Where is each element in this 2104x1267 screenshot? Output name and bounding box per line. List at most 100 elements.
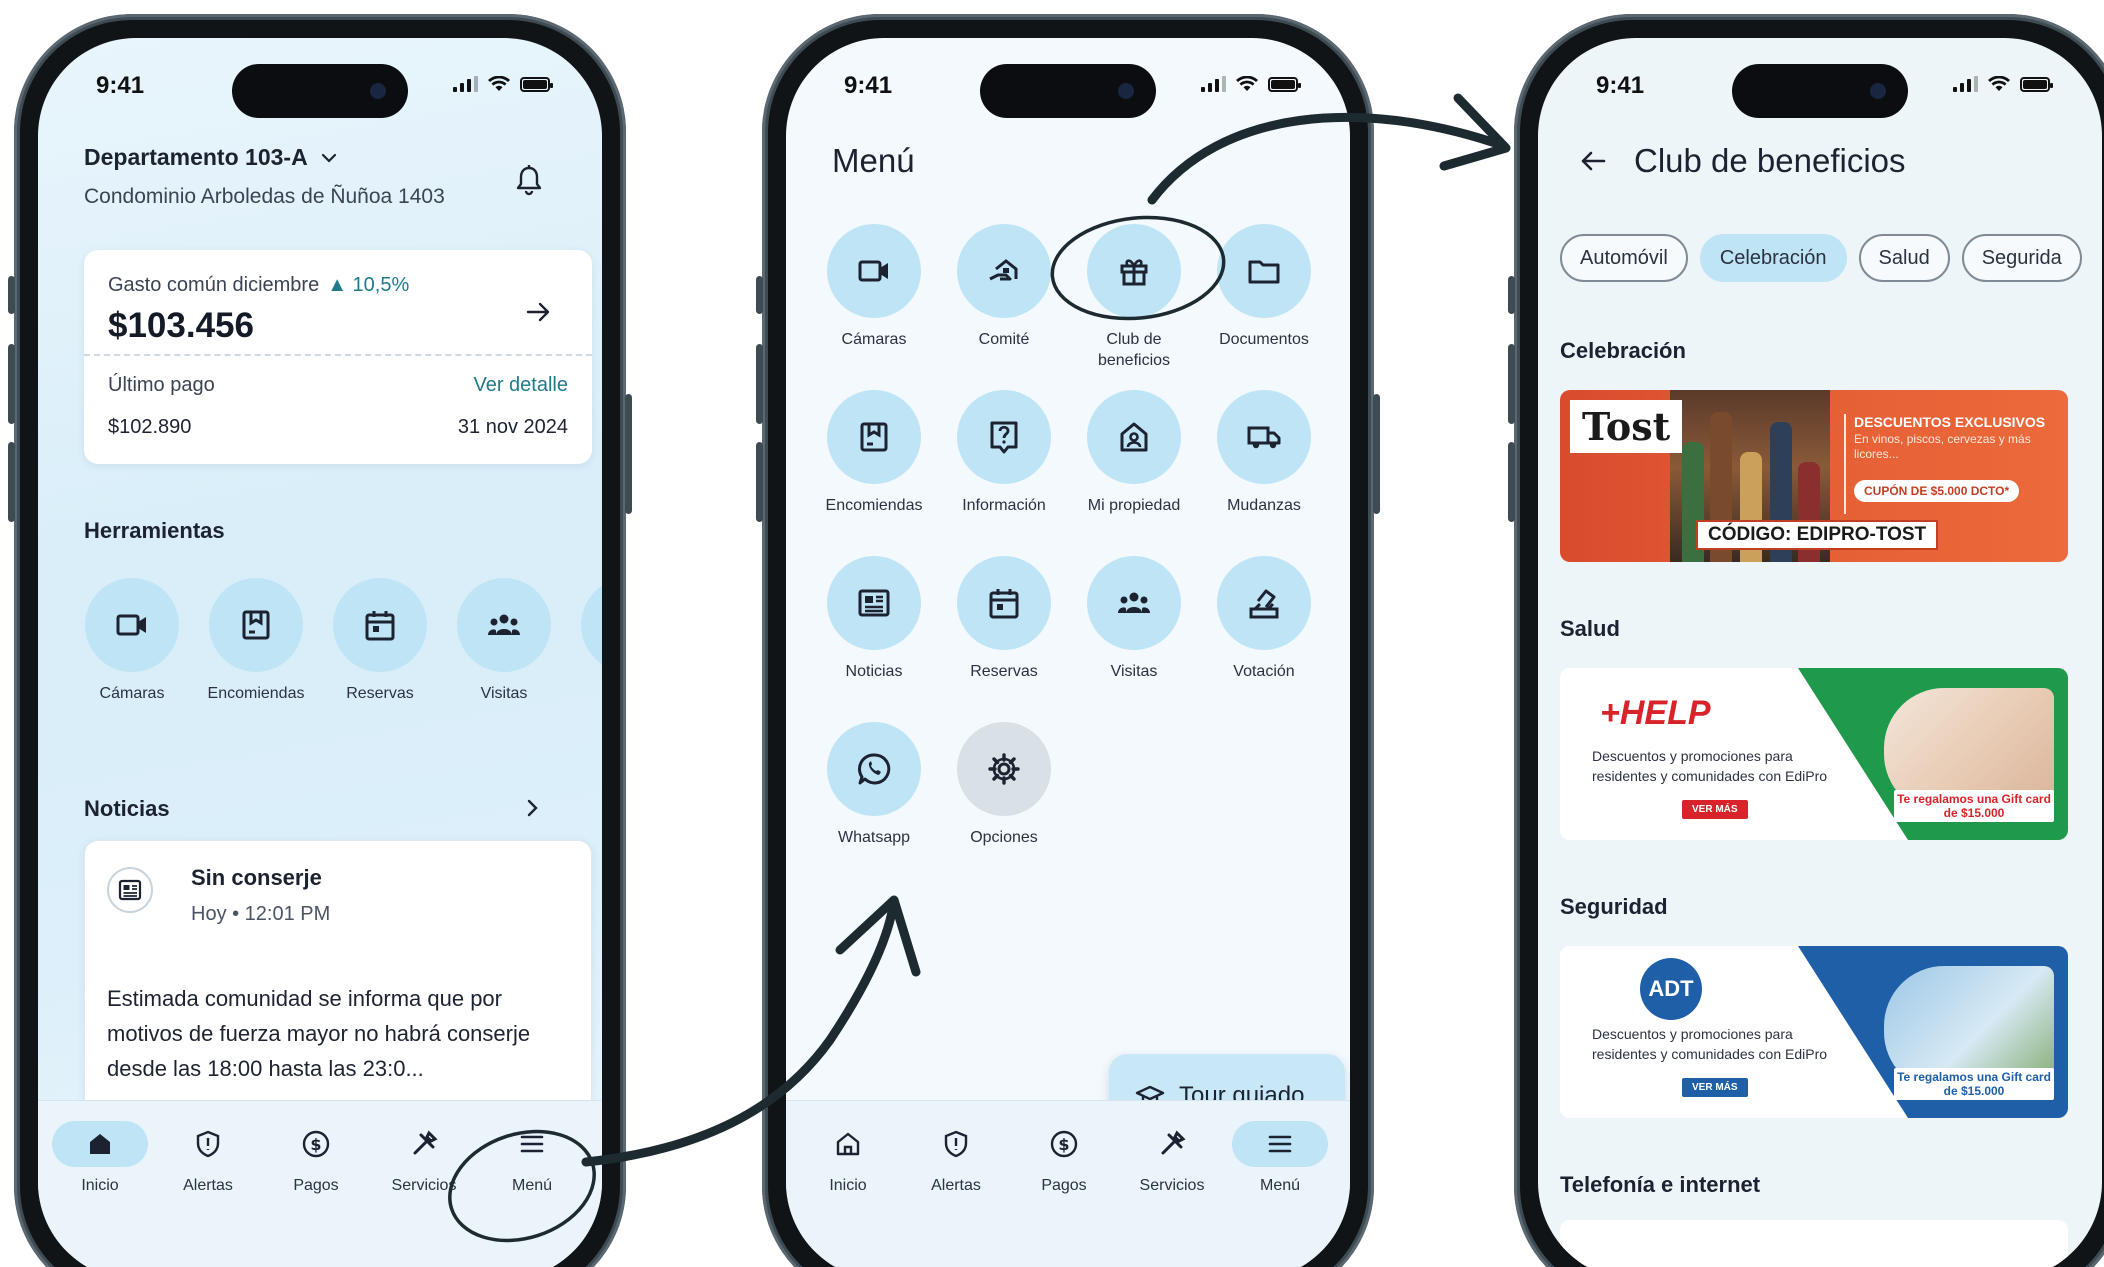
tab-home[interactable]: Inicio — [46, 1121, 154, 1195]
tool-visits[interactable]: Visitas — [444, 578, 564, 705]
tab-label: Inicio — [81, 1177, 119, 1194]
battery-icon — [520, 76, 553, 92]
telecom-banner-partial[interactable] — [1560, 1220, 2068, 1267]
menu-item-label: Visitas — [1110, 663, 1158, 680]
tool-reservations[interactable]: Reservas — [320, 578, 440, 705]
condo-name: Condominio Arboledas de Ñuñoa 1403 — [84, 185, 445, 208]
benefits-title: Club de beneficios — [1634, 142, 1906, 179]
wifi-icon — [1988, 76, 2010, 91]
truck-icon — [1247, 426, 1281, 449]
tool-cameras[interactable]: Cámaras — [72, 578, 192, 705]
tab-menu[interactable]: Menú — [1226, 1121, 1334, 1195]
menu-icon-circle — [957, 722, 1051, 816]
menu-item-cameras[interactable]: Cámaras — [814, 224, 934, 351]
adt-banner[interactable]: Te regalamos una Gift card de $15.000 AD… — [1560, 946, 2068, 1118]
chip-celebracion[interactable]: Celebración — [1699, 234, 1847, 282]
department-selector[interactable]: Departamento 103-A — [84, 144, 562, 171]
menu-item-options[interactable]: Opciones — [944, 722, 1064, 849]
menu-item-whatsapp[interactable]: Whatsapp — [814, 722, 934, 849]
back-arrow-icon[interactable] — [1578, 146, 1608, 176]
menu-item-documents[interactable]: Documentos — [1204, 224, 1324, 351]
news-icon — [858, 589, 890, 617]
menu-item-my-property[interactable]: Mi propiedad — [1074, 390, 1194, 517]
menu-icon-circle — [827, 722, 921, 816]
house-user-icon — [1120, 422, 1148, 452]
tool-label: Reservas — [346, 685, 414, 702]
menu-item-label: Reservas — [970, 663, 1038, 680]
menu-item-moving[interactable]: Mudanzas — [1204, 390, 1324, 517]
tab-home[interactable]: Inicio — [794, 1121, 902, 1195]
tab-label: Alertas — [183, 1177, 233, 1194]
status-icons — [1201, 76, 1301, 92]
menu-item-voting[interactable]: Votación — [1204, 556, 1324, 683]
chevron-down-icon — [321, 153, 336, 163]
tab-alerts[interactable]: Alertas — [154, 1121, 262, 1195]
chip-automovil[interactable]: Automóvil — [1560, 234, 1688, 282]
menu-icon-circle — [957, 556, 1051, 650]
phone-action-button — [8, 276, 15, 314]
dynamic-island — [980, 64, 1156, 118]
tost-headline: DESCUENTOS EXCLUSIVOS — [1854, 414, 2046, 430]
status-time: 9:41 — [96, 72, 145, 99]
tost-coupon: CUPÓN DE $5.000 DCTO* — [1854, 480, 2020, 502]
help-more-button[interactable]: VER MÁS — [1682, 800, 1748, 819]
menu-item-committee[interactable]: Comité — [944, 224, 1064, 351]
menu-item-visits[interactable]: Visitas — [1074, 556, 1194, 683]
menu-icon-circle — [1087, 224, 1181, 318]
help-banner[interactable]: Te regalamos una Gift card de $15.000 +H… — [1560, 668, 2068, 840]
benefits-screen: 9:41 Club de beneficios Automóvil Celebr… — [1538, 38, 2102, 1267]
adt-logo: ADT — [1640, 958, 1702, 1020]
status-icons — [453, 76, 553, 92]
tost-subtext: En vinos, piscos, cervezas y más licores… — [1854, 432, 2031, 461]
home-icon — [836, 1132, 860, 1156]
menu-item-news[interactable]: Noticias — [814, 556, 934, 683]
tool-packages[interactable]: Encomiendas — [196, 578, 316, 705]
tool-icon-circle — [85, 578, 179, 672]
status-time: 9:41 — [844, 72, 893, 99]
bell-icon[interactable] — [514, 164, 544, 196]
tost-banner[interactable]: Tost DESCUENTOS EXCLUSIVOS En vinos, pis… — [1560, 390, 2068, 562]
tab-alerts[interactable]: Alertas — [902, 1121, 1010, 1195]
view-detail-link[interactable]: Ver detalle — [473, 374, 568, 397]
expense-label: Gasto común diciembre ▲ 10,5% — [108, 274, 409, 297]
bottom-tab-bar: Inicio Alertas $ Pagos Servicios Menú — [38, 1100, 602, 1267]
dollar-icon: $ — [302, 1130, 330, 1158]
adt-more-button[interactable]: VER MÁS — [1682, 1078, 1748, 1097]
common-expense-card[interactable]: Gasto común diciembre ▲ 10,5% $103.456 Úl… — [84, 250, 592, 464]
menu-icon-circle — [1217, 224, 1311, 318]
tab-payments[interactable]: $ Pagos — [262, 1121, 370, 1195]
tab-label: Menú — [1259, 1177, 1301, 1194]
package-icon — [860, 422, 888, 452]
wifi-icon — [488, 76, 510, 91]
tab-icon-wrap — [1232, 1121, 1328, 1167]
shield-icon — [944, 1130, 968, 1158]
phone-power-button — [1373, 394, 1380, 514]
tab-menu[interactable]: Menú — [478, 1121, 586, 1195]
tab-services[interactable]: Servicios — [370, 1121, 478, 1195]
last-payment-label: Último pago — [108, 374, 215, 396]
tab-label: Alertas — [931, 1177, 981, 1194]
tool-more[interactable]: Ve — [568, 578, 602, 705]
chip-salud[interactable]: Salud — [1858, 234, 1950, 282]
adt-text: Descuentos y promociones para residentes… — [1592, 1026, 1828, 1062]
news-card[interactable]: Sin conserje Hoy • 12:01 PM Estimada com… — [84, 840, 592, 1112]
svg-text:$: $ — [310, 1135, 321, 1154]
tab-payments[interactable]: $ Pagos — [1010, 1121, 1118, 1195]
menu-item-packages[interactable]: Encomiendas — [814, 390, 934, 517]
news-header[interactable]: Noticias — [84, 796, 562, 822]
section-security: Seguridad — [1560, 894, 1668, 919]
question-icon — [990, 421, 1018, 454]
chip-seguridad[interactable]: Segurida — [1961, 234, 2082, 282]
expense-change: ▲ 10,5% — [327, 274, 410, 296]
menu-item-label: Noticias — [845, 663, 903, 680]
arrow-right-icon[interactable] — [524, 298, 552, 326]
status-icons — [1953, 76, 2053, 92]
menu-item-reservations[interactable]: Reservas — [944, 556, 1064, 683]
tab-services[interactable]: Servicios — [1118, 1121, 1226, 1195]
menu-item-information[interactable]: Información — [944, 390, 1064, 517]
menu-item-benefits-club[interactable]: Club de beneficios — [1074, 224, 1194, 372]
menu-item-label: Whatsapp — [837, 829, 911, 846]
tab-label: Inicio — [829, 1177, 867, 1194]
bottom-tab-bar: Inicio Alertas $ Pagos Servicios Menú — [786, 1100, 1350, 1267]
tools-icon — [1161, 1130, 1186, 1155]
